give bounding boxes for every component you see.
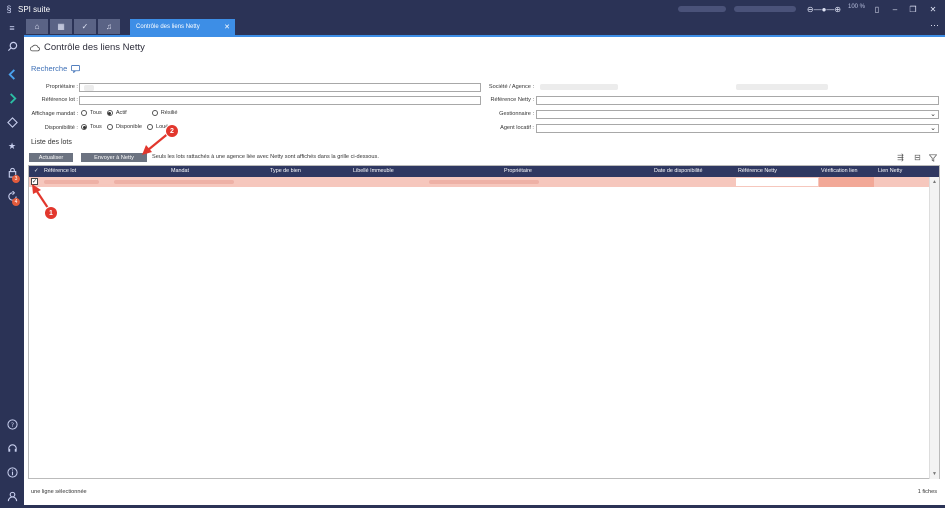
grid-vertical-scrollbar[interactable]: ▲ ▼ (929, 177, 939, 479)
dispo-tous-radio[interactable] (81, 124, 87, 130)
societe-agence-label: Société / Agence : (488, 84, 534, 90)
sidebar: ≡ ★ 3 4 ? (0, 18, 24, 508)
mandat-radio-group: Tous Actif Résilié (81, 110, 178, 116)
refresh-button[interactable]: Actualiser (29, 153, 73, 162)
blurred-societe-value (540, 84, 618, 90)
comment-icon (71, 64, 81, 73)
dispo-disponible-radio[interactable] (106, 124, 113, 130)
task-badge: 4 (12, 198, 20, 206)
list-section-header: Liste des lots (31, 139, 72, 146)
star-icon[interactable]: ★ (0, 138, 24, 154)
chevron-down-icon: ⌄ (930, 125, 936, 132)
help-icon[interactable]: ? (0, 416, 24, 432)
blurred-reference-lot (44, 180, 99, 184)
blurred-proprietaire-value (84, 85, 94, 91)
table-row[interactable]: ✓ (29, 177, 929, 187)
arrow-left-icon[interactable] (0, 66, 24, 82)
annotation-marker-1: 1 (45, 207, 57, 219)
record-count: 1 fiches (917, 489, 937, 495)
dispo-loue-radio[interactable] (146, 124, 153, 130)
header-select-all-check[interactable]: ✓ (34, 168, 39, 174)
zoom-slider-icon[interactable]: ⊖—●—⊕ (800, 0, 848, 18)
agent-locatif-select[interactable]: ⌄ (536, 124, 939, 133)
scroll-up-icon[interactable]: ▲ (932, 179, 937, 185)
reference-lot-label: Référence lot : (41, 97, 78, 103)
app-title: SPI suite (18, 4, 51, 14)
reference-lot-input[interactable] (79, 96, 481, 105)
tab-label: Contrôle des liens Netty (136, 24, 200, 30)
svg-text:?: ? (10, 420, 13, 428)
col-libelle-immeuble[interactable]: Libellé Immeuble (353, 168, 394, 174)
info-note: Seuls les lots rattachés à une agence li… (152, 154, 379, 160)
page-title: Contrôle des liens Netty (30, 42, 145, 53)
columns-icon[interactable]: ⊟ (913, 153, 922, 162)
support-icon[interactable] (0, 440, 24, 456)
title-bar: § SPI suite ⊖—●—⊕ 100 % ▯ – ❐ ✕ (0, 0, 945, 18)
col-type-de-bien[interactable]: Type de bien (270, 168, 301, 174)
notification-badge: 3 (12, 175, 20, 183)
search-section-header: Recherche (31, 64, 81, 73)
disponibilite-label: Disponibilité : (44, 125, 78, 131)
tab-calendar-icon[interactable]: ▦ (50, 19, 72, 34)
user-icon[interactable] (0, 488, 24, 504)
tab-strip: ⌂ ▦ ✓ ♫ Contrôle des liens Netty ✕ ⋯ (24, 18, 945, 35)
search-icon[interactable] (0, 38, 24, 54)
blurred-company-info (734, 6, 796, 12)
col-reference-netty[interactable]: Référence Netty (738, 168, 777, 174)
restore-icon[interactable]: ❐ (902, 0, 924, 18)
annotation-marker-2: 2 (166, 125, 178, 137)
verification-lien-cell (819, 177, 874, 187)
tab-home-icon[interactable]: ⌂ (26, 19, 48, 34)
code-icon[interactable] (0, 114, 24, 130)
row-checkbox[interactable]: ✓ (31, 178, 38, 185)
col-verification-lien[interactable]: Vérification lien (821, 168, 858, 174)
lots-grid: ✓ Référence lot Mandat Type de bien Libe… (28, 165, 940, 479)
zoom-level: 100 % (848, 4, 866, 10)
close-window-icon[interactable]: ✕ (922, 0, 944, 18)
cloud-icon (30, 44, 40, 51)
export-icon[interactable]: ⇶ (896, 153, 905, 162)
more-options-icon[interactable]: ⋯ (930, 20, 939, 31)
blurred-mandat (114, 180, 234, 184)
hamburger-menu-icon[interactable]: ≡ (0, 20, 24, 36)
info-icon[interactable] (0, 464, 24, 480)
col-reference-lot[interactable]: Référence lot (44, 168, 76, 174)
proprietaire-input[interactable] (79, 83, 481, 92)
selection-status: une ligne sélectionnée (31, 489, 87, 495)
gestionnaire-select[interactable]: ⌄ (536, 110, 939, 119)
reference-netty-label: Référence Netty : (490, 97, 534, 103)
status-bar: une ligne sélectionnée 1 fiches (24, 485, 945, 497)
scroll-down-icon[interactable]: ▼ (932, 471, 937, 477)
reference-netty-cell-input[interactable] (736, 178, 818, 186)
arrow-right-icon[interactable] (0, 90, 24, 106)
main-content: Contrôle des liens Netty Recherche Propr… (24, 35, 945, 508)
tab-check-icon[interactable]: ✓ (74, 19, 96, 34)
filter-icon[interactable] (928, 153, 937, 162)
gestionnaire-label: Gestionnaire : (499, 111, 534, 117)
mandat-tous-radio[interactable] (81, 110, 87, 116)
mandat-resilie-radio[interactable] (151, 110, 158, 116)
tab-bell-icon[interactable]: ♫ (98, 19, 120, 34)
app-logo-icon: § (6, 4, 12, 14)
reference-netty-input[interactable] (536, 96, 939, 105)
col-proprietaire[interactable]: Propriétaire (504, 168, 532, 174)
col-lien-netty[interactable]: Lien Netty (878, 168, 902, 174)
mandat-actif-radio[interactable] (106, 110, 113, 116)
tab-controle-liens-netty[interactable]: Contrôle des liens Netty ✕ (130, 19, 235, 35)
tab-close-icon[interactable]: ✕ (224, 23, 230, 31)
proprietaire-label: Propriétaire : (45, 84, 78, 90)
blurred-user-info (678, 6, 726, 12)
chevron-down-icon: ⌄ (930, 111, 936, 118)
col-mandat[interactable]: Mandat (171, 168, 189, 174)
grid-header: ✓ Référence lot Mandat Type de bien Libe… (29, 166, 939, 177)
blurred-agence-value (736, 84, 828, 90)
blurred-proprietaire (429, 180, 539, 184)
send-to-netty-button[interactable]: Envoyer à Netty (81, 153, 147, 162)
col-date-disponibilite[interactable]: Date de disponibilité (654, 168, 703, 174)
agent-locatif-label: Agent locatif : (500, 125, 534, 131)
affichage-mandat-label: Affichage mandat : (31, 111, 78, 117)
disponibilite-radio-group: Tous Disponible Loué (81, 124, 168, 130)
